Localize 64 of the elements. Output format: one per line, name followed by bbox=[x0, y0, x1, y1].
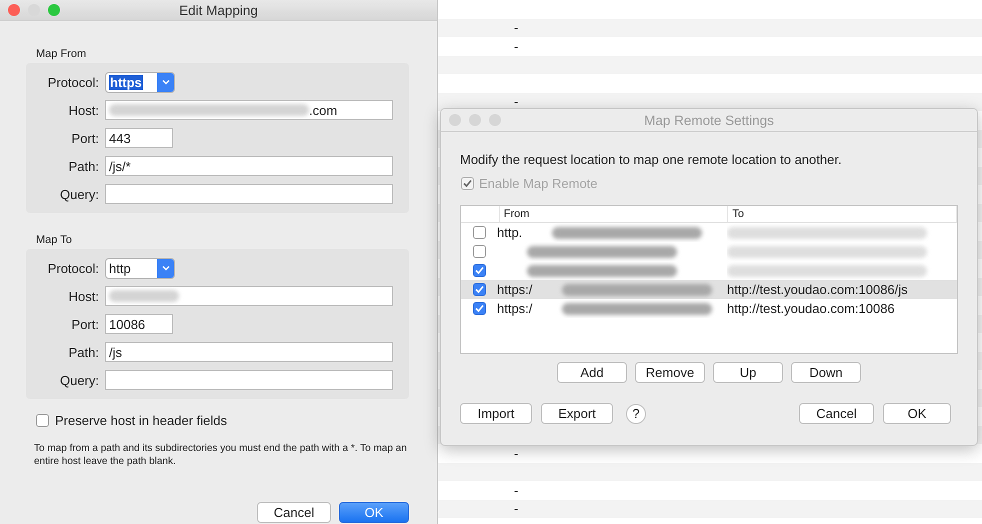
input-field[interactable]: .com bbox=[105, 100, 393, 120]
checkbox[interactable] bbox=[472, 283, 486, 296]
protocol-dropdown[interactable]: https bbox=[105, 72, 175, 92]
window-control[interactable] bbox=[8, 4, 20, 16]
field-label: Port: bbox=[70, 316, 99, 332]
table-cell: - bbox=[514, 20, 518, 36]
table-row[interactable]: http. bbox=[461, 223, 957, 242]
table-cell: - bbox=[514, 446, 518, 461]
list-button[interactable]: Remove bbox=[635, 362, 705, 383]
protocol-dropdown[interactable]: http bbox=[105, 258, 175, 278]
window-control[interactable] bbox=[48, 4, 60, 16]
table-row[interactable]: https:/ http://test.youdao.com:10086/js bbox=[461, 280, 957, 299]
group-label: Map To bbox=[36, 234, 73, 246]
window-title: Edit Mapping bbox=[179, 2, 258, 18]
file-button[interactable]: Import bbox=[460, 403, 532, 424]
input-field[interactable] bbox=[105, 184, 393, 204]
window-title: Map Remote Settings bbox=[644, 112, 774, 128]
table-cell: https:/ bbox=[497, 282, 532, 297]
table-cell: http. bbox=[497, 225, 522, 240]
input-field[interactable]: 10086 bbox=[105, 314, 173, 334]
list-button[interactable]: Up bbox=[713, 362, 783, 383]
input-field[interactable] bbox=[105, 286, 393, 306]
dialog-button[interactable]: Cancel bbox=[799, 403, 874, 424]
help-button[interactable]: ? bbox=[626, 404, 646, 424]
dialog-button[interactable]: OK bbox=[883, 403, 951, 424]
field-label: Host: bbox=[68, 288, 99, 304]
checkbox[interactable] bbox=[472, 226, 486, 239]
field-label: Query: bbox=[58, 372, 99, 388]
field-label: Host: bbox=[68, 102, 99, 118]
column-header[interactable]: To bbox=[728, 206, 957, 222]
input-field[interactable]: 443 bbox=[105, 128, 173, 148]
checkbox[interactable] bbox=[36, 414, 49, 427]
list-button[interactable]: Down bbox=[791, 362, 861, 383]
cancel-button[interactable]: Cancel bbox=[257, 502, 331, 523]
table-cell: http://test.youdao.com:10086/js bbox=[727, 282, 908, 297]
checkbox-label: Enable Map Remote bbox=[479, 176, 598, 191]
checkbox[interactable] bbox=[472, 264, 486, 277]
group-label: Map From bbox=[36, 48, 88, 60]
description-text: Modify the request location to map one remote location to another. bbox=[460, 152, 843, 167]
table-cell: http://test.youdao.com:10086 bbox=[727, 301, 895, 316]
table-cell: https:/ bbox=[497, 301, 532, 316]
table-cell: - bbox=[514, 94, 518, 110]
table-cell: - bbox=[514, 482, 518, 498]
input-field[interactable] bbox=[105, 370, 393, 390]
table-cell: - bbox=[514, 38, 518, 54]
table-row[interactable]: https:/ http://test.youdao.com:10086 bbox=[461, 299, 957, 318]
checkbox-label: Preserve host in header fields bbox=[55, 413, 227, 428]
checkbox[interactable] bbox=[472, 302, 486, 315]
column-header[interactable]: From bbox=[500, 206, 728, 222]
field-label: Protocol: bbox=[46, 260, 99, 276]
field-label: Port: bbox=[70, 130, 99, 146]
checkbox[interactable] bbox=[472, 245, 486, 258]
input-field[interactable]: /js/* bbox=[105, 156, 393, 176]
file-button[interactable]: Export bbox=[541, 403, 613, 424]
help-text: To map from a path and its subdirectories you must end the path with a *. To map an entire host leave the path blank. bbox=[34, 442, 408, 468]
table-cell: - bbox=[514, 501, 518, 516]
field-label: Query: bbox=[58, 186, 99, 202]
field-label: Path: bbox=[68, 344, 99, 360]
chevron-icon bbox=[162, 79, 170, 85]
input-field[interactable]: /js bbox=[105, 342, 393, 362]
field-label: Protocol: bbox=[46, 74, 99, 90]
field-label: Path: bbox=[68, 158, 99, 174]
list-button[interactable]: Add bbox=[557, 362, 627, 383]
chevron-icon bbox=[162, 265, 170, 271]
